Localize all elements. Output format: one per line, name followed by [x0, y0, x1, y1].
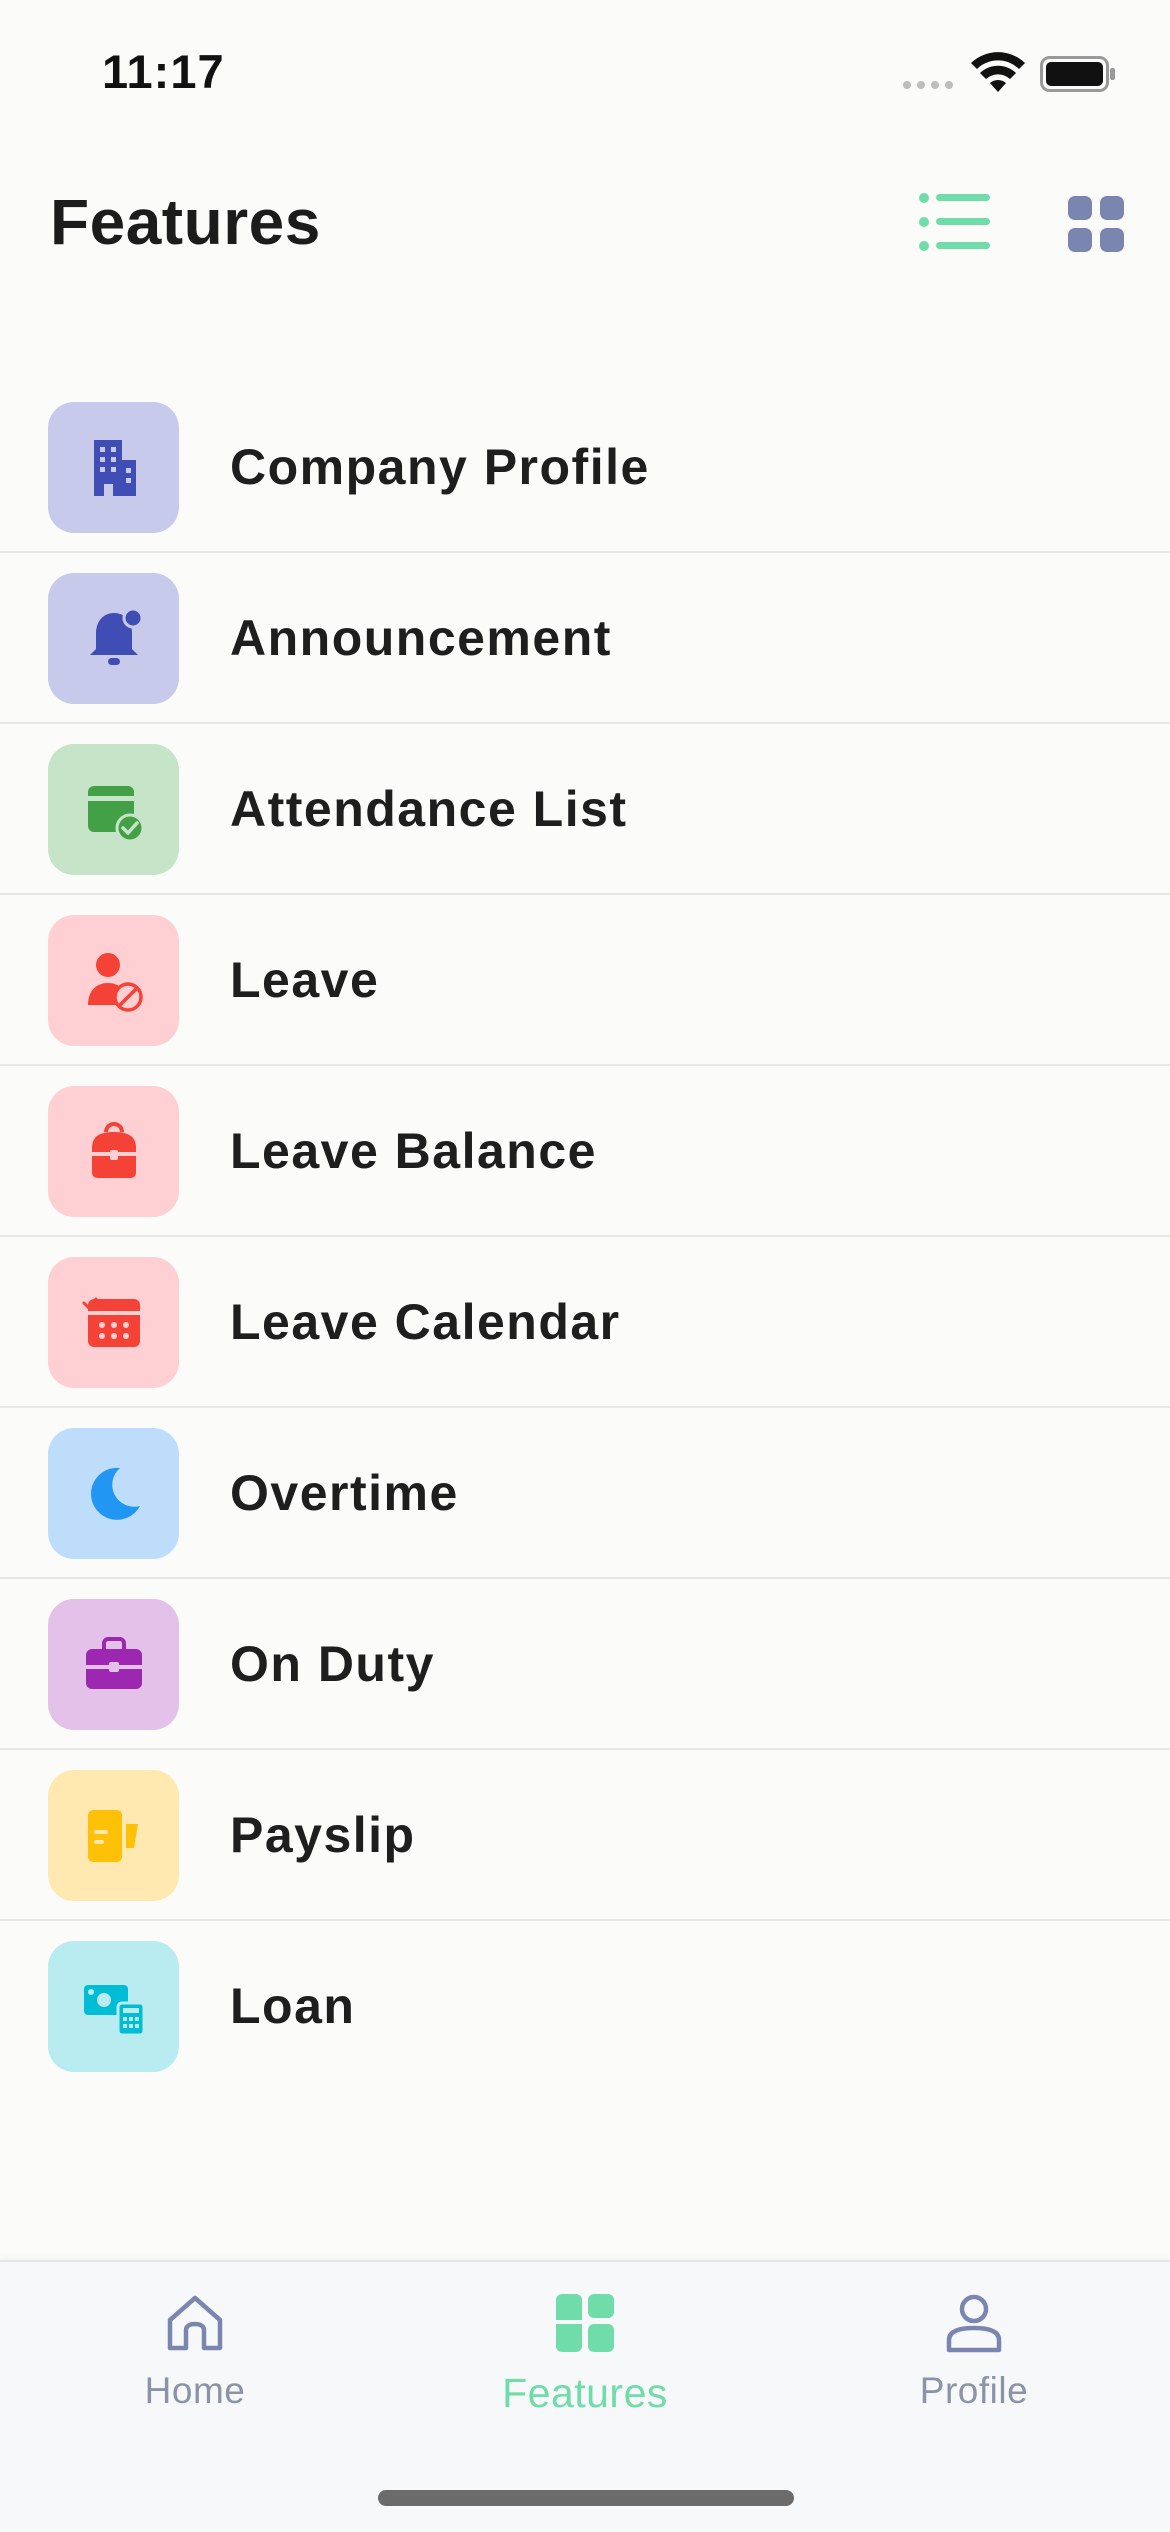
- status-bar: 11:17: [0, 0, 1170, 150]
- wifi-icon: [971, 52, 1025, 92]
- feature-item-loan[interactable]: Loan: [0, 1921, 1170, 2092]
- page-title: Features: [50, 186, 321, 258]
- feature-item-leave-balance[interactable]: Leave Balance: [0, 1066, 1170, 1237]
- feature-icon-tile: [48, 744, 179, 875]
- tab-label: Features: [502, 2370, 668, 2416]
- feature-icon-tile: [48, 1086, 179, 1217]
- payslip-icon: [87, 1809, 138, 1862]
- feature-icon-tile: [48, 402, 179, 533]
- grid-view-button[interactable]: [1066, 194, 1126, 254]
- features-icon: [556, 2294, 614, 2352]
- feature-item-overtime[interactable]: Overtime: [0, 1408, 1170, 1579]
- money-calculator-icon: [83, 1984, 145, 2036]
- tab-label: Home: [144, 2370, 246, 2411]
- list-icon: [919, 193, 990, 251]
- feature-label: Loan: [230, 1978, 356, 2034]
- feature-icon-tile: [48, 573, 179, 704]
- feature-label: On Duty: [230, 1636, 435, 1692]
- tab-label: Profile: [919, 2370, 1029, 2411]
- feature-item-leave-calendar[interactable]: Leave Calendar: [0, 1237, 1170, 1408]
- feature-item-announcement[interactable]: Announcement: [0, 553, 1170, 724]
- feature-item-on-duty[interactable]: On Duty: [0, 1579, 1170, 1750]
- feature-item-payslip[interactable]: Payslip: [0, 1750, 1170, 1921]
- feature-icon-tile: [48, 1428, 179, 1559]
- tab-profile[interactable]: Profile: [824, 2290, 1124, 2440]
- feature-icon-tile: [48, 1257, 179, 1388]
- feature-list: Company Profile Announcement Attendance …: [0, 382, 1170, 2092]
- list-view-button[interactable]: [918, 190, 992, 254]
- feature-label: Leave Calendar: [230, 1294, 621, 1350]
- features-screen: 11:17 Features Company Profile Announcem…: [0, 0, 1170, 2532]
- cellular-signal-icon: [903, 81, 953, 89]
- feature-icon-tile: [48, 915, 179, 1046]
- briefcase-icon: [85, 1636, 142, 1689]
- backpack-icon: [91, 1121, 136, 1178]
- feature-label: Leave Balance: [230, 1123, 597, 1179]
- feature-icon-tile: [48, 1941, 179, 2072]
- feature-label: Company Profile: [230, 439, 650, 495]
- feature-icon-tile: [48, 1770, 179, 1901]
- status-time: 11:17: [102, 45, 225, 98]
- feature-label: Payslip: [230, 1807, 416, 1863]
- feature-label: Announcement: [230, 610, 612, 666]
- feature-label: Attendance List: [230, 781, 628, 837]
- feature-item-leave[interactable]: Leave: [0, 895, 1170, 1066]
- tab-home[interactable]: Home: [45, 2290, 345, 2440]
- calendar-check-icon: [87, 785, 144, 842]
- feature-icon-tile: [48, 1599, 179, 1730]
- grid-icon: [1068, 196, 1124, 252]
- feature-item-company-profile[interactable]: Company Profile: [0, 382, 1170, 553]
- home-indicator: [378, 2490, 794, 2506]
- tab-features[interactable]: Features: [435, 2290, 735, 2440]
- calendar-icon: [82, 1297, 140, 1347]
- feature-label: Overtime: [230, 1465, 459, 1521]
- building-icon: [93, 439, 136, 496]
- feature-label: Leave: [230, 952, 380, 1008]
- bell-icon: [89, 607, 143, 665]
- moon-icon: [90, 1467, 140, 1520]
- home-icon: [167, 2295, 223, 2351]
- page-header: Features: [0, 170, 1170, 280]
- profile-icon: [946, 2294, 1002, 2353]
- feature-item-attendance-list[interactable]: Attendance List: [0, 724, 1170, 895]
- user-blocked-icon: [87, 952, 143, 1012]
- battery-icon: [1040, 56, 1115, 92]
